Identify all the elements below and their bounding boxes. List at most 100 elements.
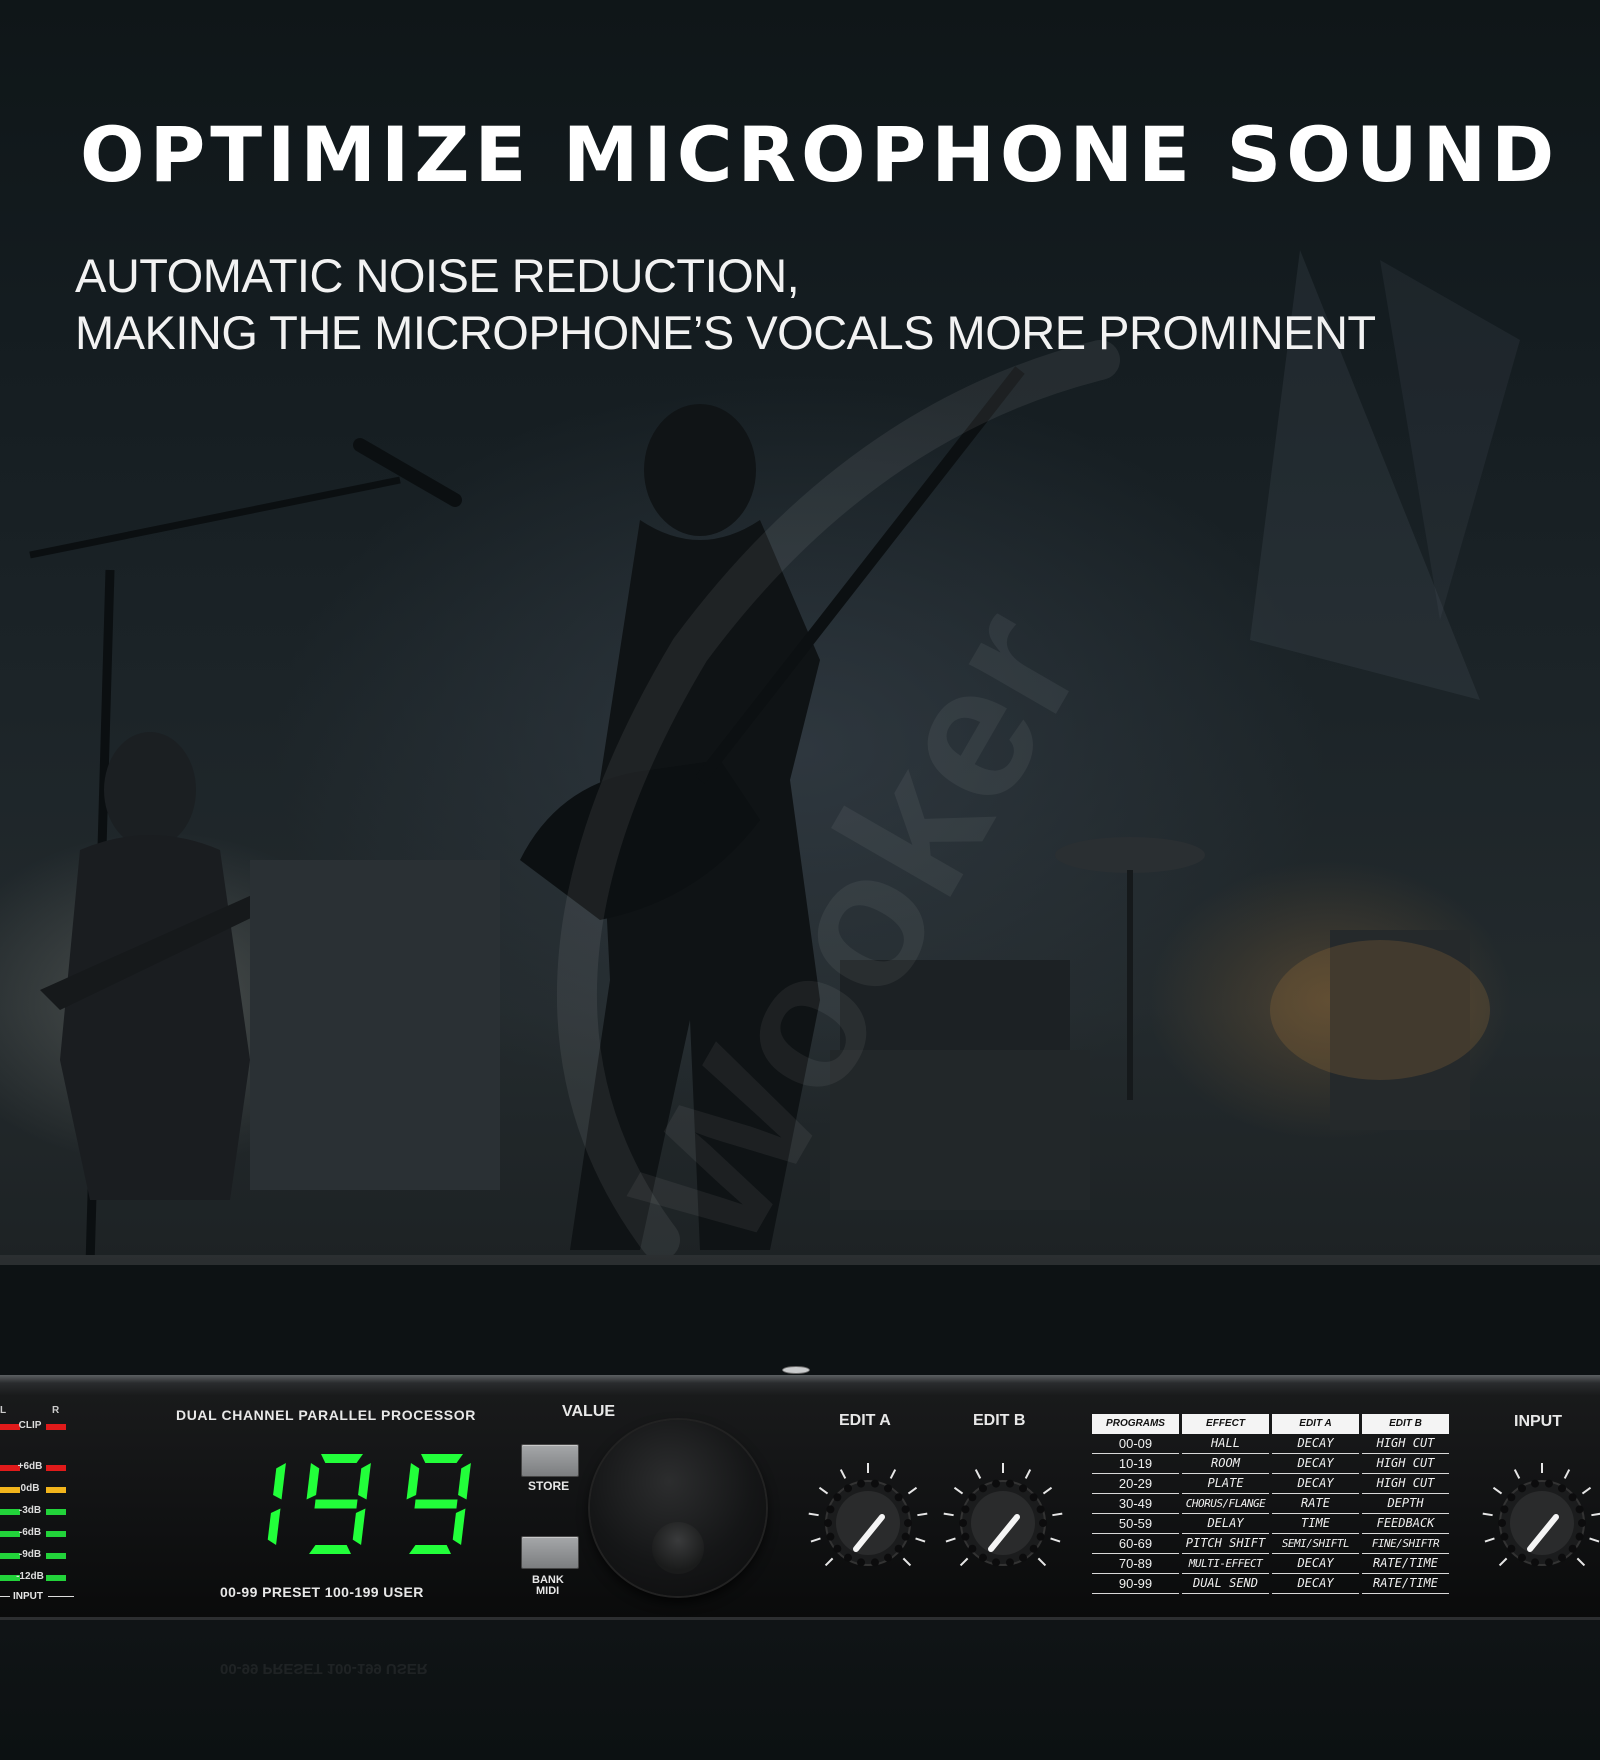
knob-grip: [1039, 1519, 1047, 1527]
knob-grip: [968, 1544, 977, 1553]
knob-tick: [907, 1486, 918, 1495]
knob-tick: [818, 1486, 829, 1495]
edit-b-param: RATE/TIME: [1362, 1554, 1449, 1574]
knob-tick: [945, 1537, 956, 1543]
knob-grip: [961, 1505, 970, 1514]
knob-grip: [1518, 1484, 1526, 1493]
knob-grip: [1568, 1493, 1577, 1502]
program-range: 60-69: [1092, 1534, 1179, 1554]
knob-tick: [1042, 1486, 1053, 1495]
knob-grip: [1507, 1544, 1516, 1553]
effect-name: ROOM: [1182, 1454, 1269, 1474]
knob-grip: [1005, 1558, 1014, 1567]
table-row: 00-09 HALL DECAY HIGH CUT: [1092, 1434, 1452, 1454]
knob-grip: [857, 1558, 866, 1567]
table-row: 90-99 DUAL SEND DECAY RATE/TIME: [1092, 1574, 1452, 1594]
edit-a-header: EDIT A: [1272, 1414, 1359, 1434]
knob-tick: [1037, 1557, 1047, 1567]
knob-grip: [1500, 1532, 1509, 1541]
knob-grip: [979, 1553, 987, 1562]
edit-b-param: HIGH CUT: [1362, 1434, 1449, 1454]
knob-grip: [1558, 1553, 1566, 1562]
edit-b-param: HIGH CUT: [1362, 1454, 1449, 1474]
knob-grip: [1531, 1479, 1540, 1488]
program-range: 50-59: [1092, 1514, 1179, 1534]
edit-a-param: DECAY: [1272, 1474, 1359, 1494]
edit-a-param: DECAY: [1272, 1454, 1359, 1474]
table-row: 60-69 PITCH SHIFT SEMI/SHIFTL FINE/SHIFT…: [1092, 1534, 1452, 1554]
knob-grip: [1019, 1553, 1027, 1562]
knob-tick: [1591, 1512, 1600, 1517]
table-row: 50-59 DELAY TIME FEEDBACK: [1092, 1514, 1452, 1534]
knob-tick: [1563, 1469, 1571, 1479]
edit-b-param: FEEDBACK: [1362, 1514, 1449, 1534]
knob-grip: [1544, 1479, 1553, 1488]
knob-grip: [1500, 1505, 1509, 1514]
edit-b-param: RATE/TIME: [1362, 1574, 1449, 1594]
knob-tick: [959, 1557, 969, 1567]
knob-grip: [1568, 1544, 1577, 1553]
knob-grip: [1575, 1505, 1584, 1514]
knob-grip: [857, 1479, 866, 1488]
knob-tick: [902, 1557, 912, 1567]
knob-tick: [1589, 1537, 1600, 1543]
knob-grip: [1518, 1553, 1526, 1562]
knob-grip: [959, 1519, 967, 1527]
table-row: 30-49 CHORUS/FLANGE RATE DEPTH: [1092, 1494, 1452, 1514]
knob-grip: [884, 1553, 892, 1562]
effect-name: PLATE: [1182, 1474, 1269, 1494]
knob-tick: [1498, 1557, 1508, 1567]
knob-grip: [1544, 1558, 1553, 1567]
knob-cap: [1510, 1491, 1574, 1555]
effect-name: DUAL SEND: [1182, 1574, 1269, 1594]
knob-grip: [844, 1553, 852, 1562]
knob-grip: [833, 1493, 842, 1502]
knob-tick: [824, 1557, 834, 1567]
knob-tick: [1581, 1486, 1592, 1495]
knob-grip: [961, 1532, 970, 1541]
knob-tick: [889, 1469, 897, 1479]
knob-tick: [839, 1469, 847, 1479]
input-knob[interactable]: [1482, 1463, 1600, 1567]
edit-a-param: RATE: [1272, 1494, 1359, 1514]
knob-grip: [1531, 1558, 1540, 1567]
table-row: 10-19 ROOM DECAY HIGH CUT: [1092, 1454, 1452, 1474]
edit-b-param: HIGH CUT: [1362, 1474, 1449, 1494]
knob-grip: [894, 1544, 903, 1553]
knob-tick: [808, 1512, 819, 1517]
knob-grip: [1036, 1532, 1045, 1541]
knob-grip: [992, 1558, 1001, 1567]
program-range: 00-09: [1092, 1434, 1179, 1454]
program-range: 10-19: [1092, 1454, 1179, 1474]
effect-name: DELAY: [1182, 1514, 1269, 1534]
knob-grip: [904, 1519, 912, 1527]
knob-tick: [1024, 1469, 1032, 1479]
knob-grip: [894, 1493, 903, 1502]
knob-grip: [1558, 1484, 1566, 1493]
program-range: 20-29: [1092, 1474, 1179, 1494]
knob-grip: [1029, 1493, 1038, 1502]
edit-a-param: DECAY: [1272, 1434, 1359, 1454]
panel-reflection: 00-99 PRESET 100-199 USER: [220, 1660, 428, 1677]
edit-a-knob[interactable]: [808, 1463, 928, 1567]
table-row: 20-29 PLATE DECAY HIGH CUT: [1092, 1474, 1452, 1494]
knob-tick: [917, 1512, 928, 1517]
edit-a-param: TIME: [1272, 1514, 1359, 1534]
knob-cap: [836, 1491, 900, 1555]
program-range: 30-49: [1092, 1494, 1179, 1514]
knob-grip: [979, 1484, 987, 1493]
edit-b-knob[interactable]: [943, 1463, 1063, 1567]
knob-grip: [824, 1519, 832, 1527]
program-range: 90-99: [1092, 1574, 1179, 1594]
program-range: 70-89: [1092, 1554, 1179, 1574]
edit-a-param: SEMI/SHIFTL: [1272, 1534, 1359, 1554]
knob-grip: [844, 1484, 852, 1493]
knob-grip: [826, 1505, 835, 1514]
knob-tick: [915, 1537, 926, 1543]
knob-grip: [1578, 1519, 1586, 1527]
programs-header: PROGRAMS: [1092, 1414, 1179, 1434]
knob-grip: [1507, 1493, 1516, 1502]
knob-grip: [1498, 1519, 1506, 1527]
knob-tick: [1576, 1557, 1586, 1567]
knob-grip: [870, 1558, 879, 1567]
